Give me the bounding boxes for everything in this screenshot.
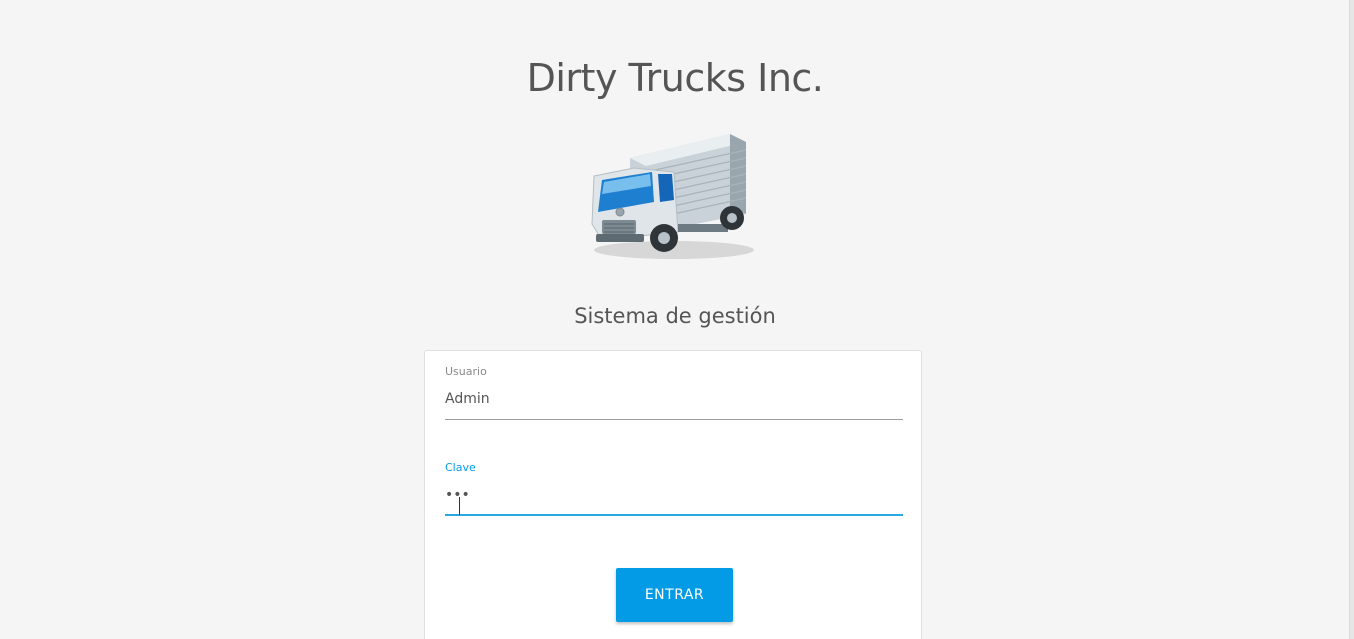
text-cursor bbox=[459, 497, 460, 515]
password-field-group: Clave bbox=[445, 461, 903, 516]
password-label: Clave bbox=[445, 461, 476, 474]
login-button[interactable]: ENTRAR bbox=[616, 568, 733, 622]
password-input[interactable] bbox=[445, 485, 903, 516]
password-input-wrapper bbox=[445, 485, 903, 516]
username-input[interactable] bbox=[445, 389, 903, 420]
system-subtitle: Sistema de gestión bbox=[574, 304, 776, 328]
login-form: Usuario Clave ENTRAR bbox=[424, 350, 922, 639]
username-field-group: Usuario bbox=[445, 365, 903, 420]
scrollbar[interactable] bbox=[1349, 0, 1354, 639]
username-label: Usuario bbox=[445, 365, 487, 378]
login-page: Dirty Trucks Inc. Sistema de gestión Usu… bbox=[0, 0, 1354, 639]
app-title: Dirty Trucks Inc. bbox=[526, 56, 824, 101]
truck-icon bbox=[591, 134, 754, 259]
